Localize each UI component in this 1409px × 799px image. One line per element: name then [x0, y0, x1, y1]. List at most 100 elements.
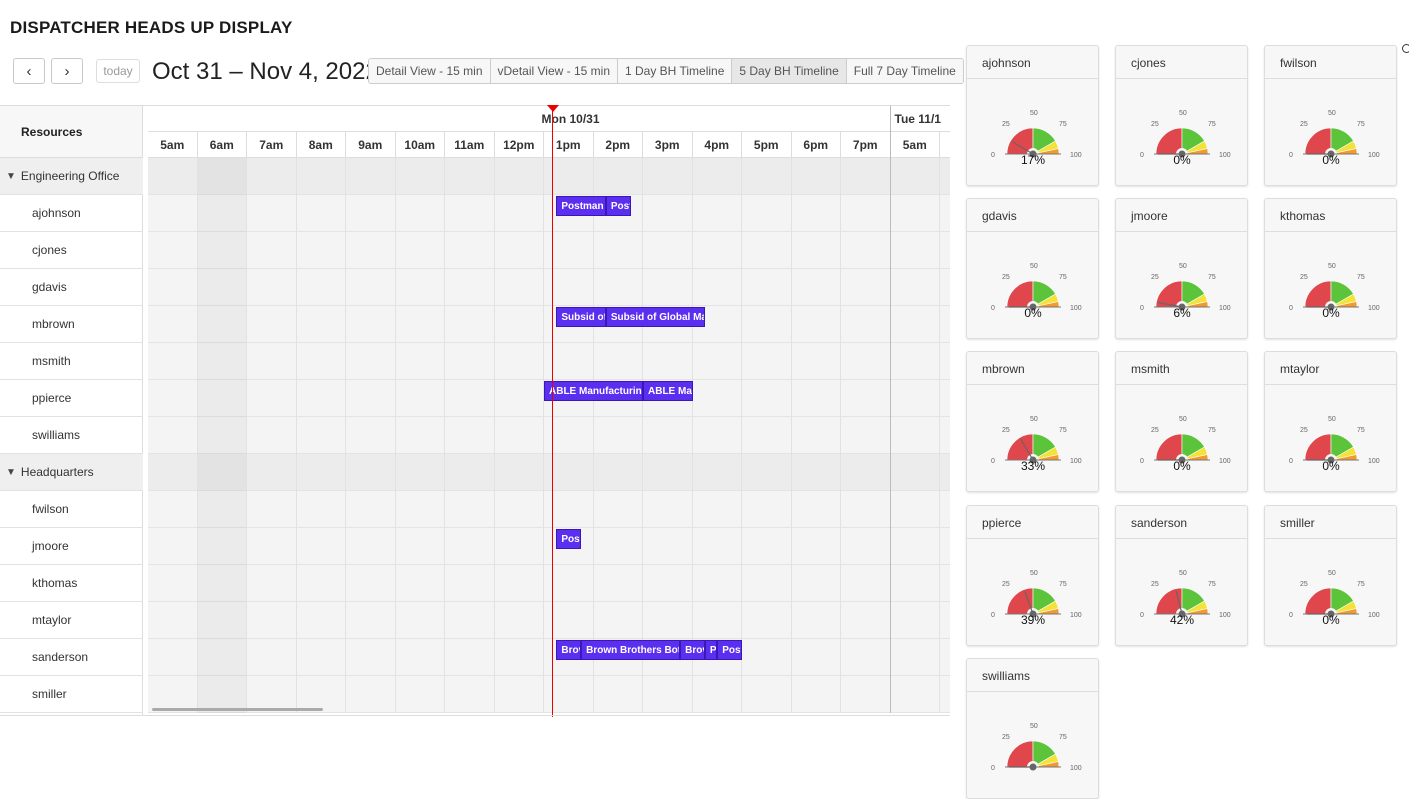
event-block[interactable]: Post	[605, 196, 631, 216]
hour-label: 12pm	[495, 132, 544, 158]
resource-row: mbrown	[0, 306, 143, 343]
hour-label: 7am	[247, 132, 297, 158]
gauge-card: gdavis 0 25 50 75 100 0%	[966, 198, 1099, 339]
event-block[interactable]: Post	[717, 640, 742, 660]
gauge-tick-label: 75	[1357, 121, 1365, 128]
gauge-tick-label: 50	[1030, 416, 1038, 423]
gauge-tick-label: 75	[1208, 121, 1216, 128]
event-block[interactable]: Brown Brothers Bottl	[581, 640, 681, 660]
gauge-dial: 0255075100	[991, 723, 1082, 772]
gauge-tick-label: 25	[1151, 274, 1159, 281]
gauge-percent-label: 0%	[1173, 459, 1191, 473]
gauge-tick-label: 50	[1030, 110, 1038, 117]
collapse-triangle-icon[interactable]: ▼	[6, 171, 16, 182]
event-block[interactable]: ABLE Manufacturing I	[544, 381, 643, 401]
page-title: DISPATCHER HEADS UP DISPLAY	[10, 18, 293, 37]
event-block[interactable]: Subsid of Global Mark	[605, 307, 705, 327]
gauge-tick-label: 75	[1357, 427, 1365, 434]
resource-group[interactable]: ▼ Headquarters	[0, 454, 143, 491]
hour-label: 8am	[297, 132, 346, 158]
view-button-0[interactable]: Detail View - 15 min	[369, 59, 491, 83]
gauge-percent-label: 17%	[1021, 153, 1045, 167]
grid-column	[742, 158, 792, 713]
gauge-tick-label: 25	[1002, 581, 1010, 588]
event-block[interactable]: ABLE Man	[643, 381, 693, 401]
event-block[interactable]: Postman C	[556, 196, 606, 216]
resource-row: gdavis	[0, 269, 143, 306]
resource-row: swilliams	[0, 417, 143, 454]
gauge-percent-label: 0%	[1322, 459, 1340, 473]
gauge-tick-label: 0	[991, 765, 995, 772]
prev-button[interactable]: ‹	[13, 58, 45, 84]
gauge-tick-label: 75	[1059, 581, 1067, 588]
event-block[interactable]: Subsid of	[556, 307, 606, 327]
gauge-dial: 0 25 50 75 100 0%	[1140, 416, 1231, 473]
hour-label: 5am	[148, 132, 198, 158]
gauge-tick-label: 100	[1070, 612, 1082, 619]
horizontal-scrollbar[interactable]	[152, 708, 323, 711]
gauge-tick-label: 75	[1208, 427, 1216, 434]
gauge-title: ajohnson	[967, 46, 1098, 79]
gauge-tick-label: 75	[1357, 274, 1365, 281]
now-indicator-line	[552, 105, 553, 717]
gauge-title: cjones	[1116, 46, 1247, 79]
gauge-tick-label: 0	[991, 458, 995, 465]
gauge-tick-label: 75	[1208, 581, 1216, 588]
gauge-tick-label: 0	[991, 152, 995, 159]
gauge-tick-label: 0	[1289, 305, 1293, 312]
resource-label: sanderson	[32, 650, 89, 664]
hour-label: 3pm	[643, 132, 693, 158]
view-button-4[interactable]: Full 7 Day Timeline	[846, 59, 963, 83]
gauge-card: ppierce 0 25 50 75 100 39%	[966, 505, 1099, 646]
gauge-tick-label: 50	[1179, 570, 1187, 577]
gauge-tick-label: 0	[1140, 152, 1144, 159]
event-block[interactable]: P	[704, 640, 718, 660]
event-block[interactable]: Post	[556, 529, 582, 549]
next-button[interactable]: ›	[51, 58, 83, 84]
date-range-title: Oct 31 – Nov 4, 2022	[152, 58, 379, 85]
gauge-card: jmoore 0 25 50 75 100 6%	[1115, 198, 1248, 339]
resource-label: swilliams	[32, 428, 80, 442]
gauge-title: swilliams	[967, 659, 1098, 692]
hour-label: 7pm	[841, 132, 891, 158]
resource-label: ajohnson	[32, 206, 81, 220]
gauge-tick-label: 75	[1059, 274, 1067, 281]
gauge-tick-label: 100	[1070, 458, 1082, 465]
gauge-title: kthomas	[1265, 199, 1396, 232]
gauge-tick-label: 25	[1002, 274, 1010, 281]
gauge-title: msmith	[1116, 352, 1247, 385]
gauge-percent-label: 6%	[1173, 306, 1191, 320]
gauge-tick-label: 75	[1357, 581, 1365, 588]
grid-column	[445, 158, 495, 713]
view-button-1[interactable]: vDetail View - 15 min	[490, 59, 618, 83]
timeline-area: Mon 10/31 Tue 11/1 5am 6am 7am 8am 9am 10am 11a…	[148, 106, 950, 716]
today-button[interactable]: today	[96, 59, 140, 83]
gauge-title: gdavis	[967, 199, 1098, 232]
gauge-needle-hub	[1029, 763, 1037, 771]
circle-icon	[1402, 44, 1409, 53]
collapse-triangle-icon[interactable]: ▼	[6, 467, 16, 478]
grid-column	[643, 158, 693, 713]
gauge-tick-label: 100	[1368, 458, 1380, 465]
event-block[interactable]: Brov	[680, 640, 705, 660]
gauge-tick-label: 50	[1328, 110, 1336, 117]
grid-column	[594, 158, 643, 713]
gauge-dial: 0 25 50 75 100 0%	[1289, 110, 1380, 167]
gauge-tick-label: 25	[1002, 121, 1010, 128]
gauge-card: mtaylor 0 25 50 75 100 0%	[1264, 351, 1397, 492]
grid-column	[891, 158, 940, 713]
gauge-tick-label: 0	[1140, 305, 1144, 312]
gauge-tick-label: 100	[1070, 305, 1082, 312]
grid-column	[792, 158, 841, 713]
gauge-percent-label: 0%	[1322, 153, 1340, 167]
resources-header: Resources	[0, 106, 142, 158]
view-button-3[interactable]: 5 Day BH Timeline	[732, 59, 847, 83]
gauge-tick-label: 0	[1140, 612, 1144, 619]
grid-column	[495, 158, 544, 713]
resource-row: ajohnson	[0, 195, 143, 232]
grid-column	[841, 158, 891, 713]
resource-group[interactable]: ▼ Engineering Office	[0, 158, 143, 195]
view-button-2[interactable]: 1 Day BH Timeline	[618, 59, 733, 83]
gauge-dial: 0 25 50 75 100 0%	[1140, 110, 1231, 167]
event-block[interactable]: Brov	[556, 640, 582, 660]
